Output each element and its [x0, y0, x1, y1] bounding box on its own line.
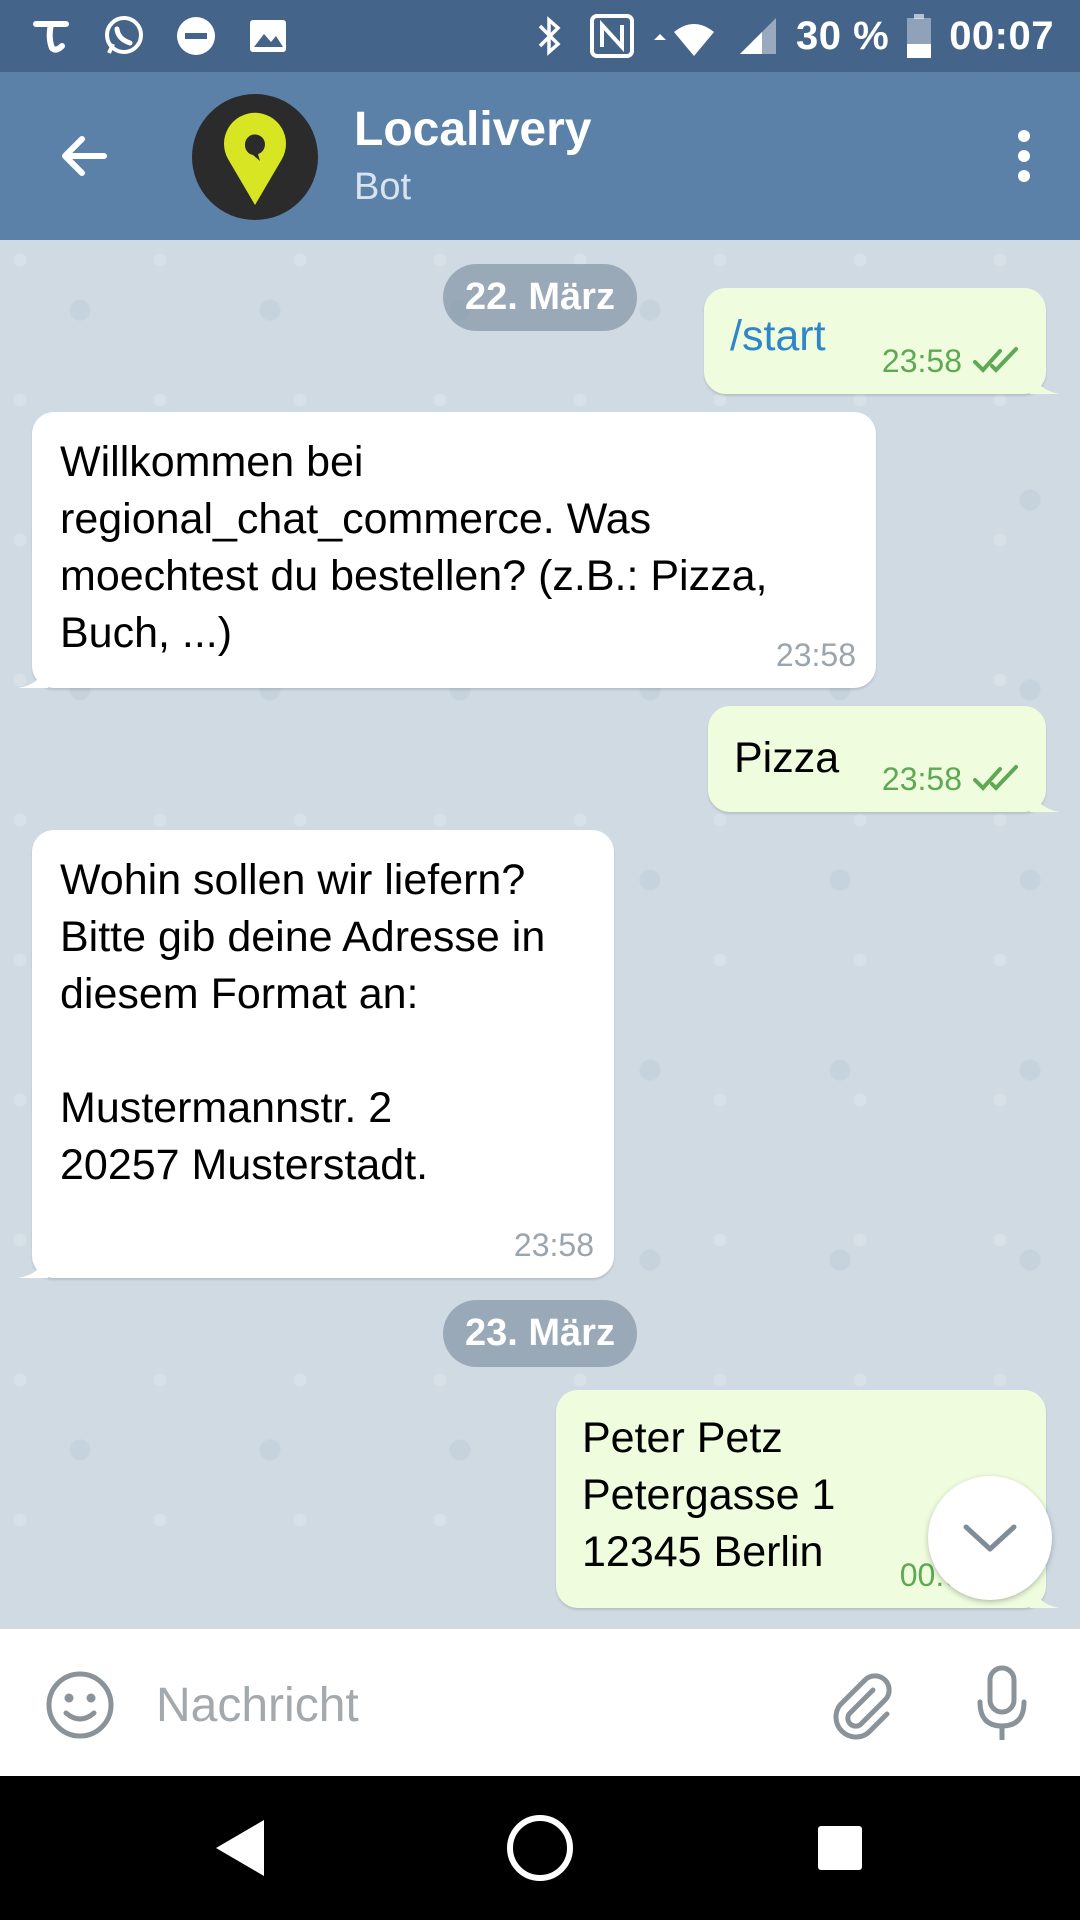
square-recents-icon — [818, 1826, 862, 1870]
signal-icon — [734, 12, 782, 60]
message-time: 23:58 — [881, 343, 962, 379]
date-separator: 22. März — [443, 264, 637, 331]
avatar[interactable] — [192, 94, 318, 220]
arrow-left-icon — [62, 136, 107, 176]
clock: 00:07 — [949, 13, 1054, 58]
bubble-tail — [18, 658, 48, 688]
battery-percentage: 30 % — [796, 13, 890, 58]
more-vertical-icon — [1018, 130, 1030, 182]
nav-home-button[interactable] — [490, 1798, 590, 1898]
whatsapp-icon — [100, 12, 148, 60]
wifi-icon — [650, 12, 720, 60]
message-text[interactable]: Willkommen bei regional_chat_commerce. W… — [60, 434, 850, 662]
message-text[interactable]: Peter Petz Petergasse 1 12345 Berlin — [582, 1410, 835, 1581]
bluetooth-icon — [526, 12, 574, 60]
system-navigation-bar — [0, 1776, 1080, 1920]
status-bar-notifications — [28, 10, 292, 62]
message-time: 23:58 — [881, 761, 962, 797]
nfc-icon — [588, 12, 636, 60]
bubble-tail — [1030, 782, 1060, 812]
microphone-icon — [977, 1665, 1027, 1740]
date-separator: 23. März — [443, 1300, 637, 1367]
tuenti-icon — [28, 12, 76, 60]
nav-recents-button[interactable] — [790, 1798, 890, 1898]
message-text[interactable]: /start — [730, 308, 826, 365]
back-button[interactable] — [44, 116, 124, 196]
location-pin-icon — [224, 112, 286, 205]
outgoing-message[interactable]: Pizza 23:58 — [708, 706, 1060, 812]
voice-record-button[interactable] — [960, 1659, 1044, 1749]
incoming-message[interactable]: Wohin sollen wir liefern? Bitte gib dein… — [18, 830, 614, 1278]
message-list[interactable]: 22. März /start 23:58 Willkommen bei reg… — [0, 240, 1080, 1628]
paperclip-icon — [833, 1673, 892, 1740]
gallery-icon — [244, 12, 292, 60]
incoming-message[interactable]: Willkommen bei regional_chat_commerce. W… — [18, 412, 876, 688]
emoji-button[interactable] — [40, 1665, 120, 1745]
circle-home-icon — [507, 1815, 573, 1881]
battery-icon — [903, 12, 935, 60]
message-time: 23:58 — [775, 637, 856, 673]
nav-back-button[interactable] — [190, 1798, 290, 1898]
status-bar: 30 % 00:07 — [0, 0, 1080, 72]
do-not-disturb-icon — [172, 12, 220, 60]
chat-subtitle: Bot — [354, 166, 412, 208]
chat-title[interactable]: Localivery — [354, 102, 591, 157]
message-composer — [0, 1628, 1080, 1777]
chevron-down-icon — [963, 1524, 1017, 1552]
chat-header: Localivery Bot — [0, 72, 1080, 240]
status-bar-system: 30 % 00:07 — [526, 10, 1054, 62]
message-time: 23:58 — [513, 1227, 594, 1263]
double-check-icon — [973, 765, 1018, 791]
more-menu-button[interactable] — [992, 116, 1056, 196]
double-check-icon — [973, 347, 1018, 373]
bubble-tail — [1030, 364, 1060, 394]
triangle-back-icon — [216, 1820, 264, 1876]
attach-button[interactable] — [820, 1663, 904, 1747]
smiley-icon — [46, 1671, 114, 1739]
bubble-tail — [18, 1248, 48, 1278]
message-text[interactable]: Pizza — [734, 730, 839, 787]
message-text[interactable]: Wohin sollen wir liefern? Bitte gib dein… — [60, 852, 580, 1194]
message-input[interactable] — [156, 1669, 796, 1741]
scroll-to-bottom-button[interactable] — [928, 1476, 1052, 1600]
bubble-tail — [1030, 1578, 1060, 1608]
outgoing-message[interactable]: /start 23:58 — [704, 288, 1060, 394]
